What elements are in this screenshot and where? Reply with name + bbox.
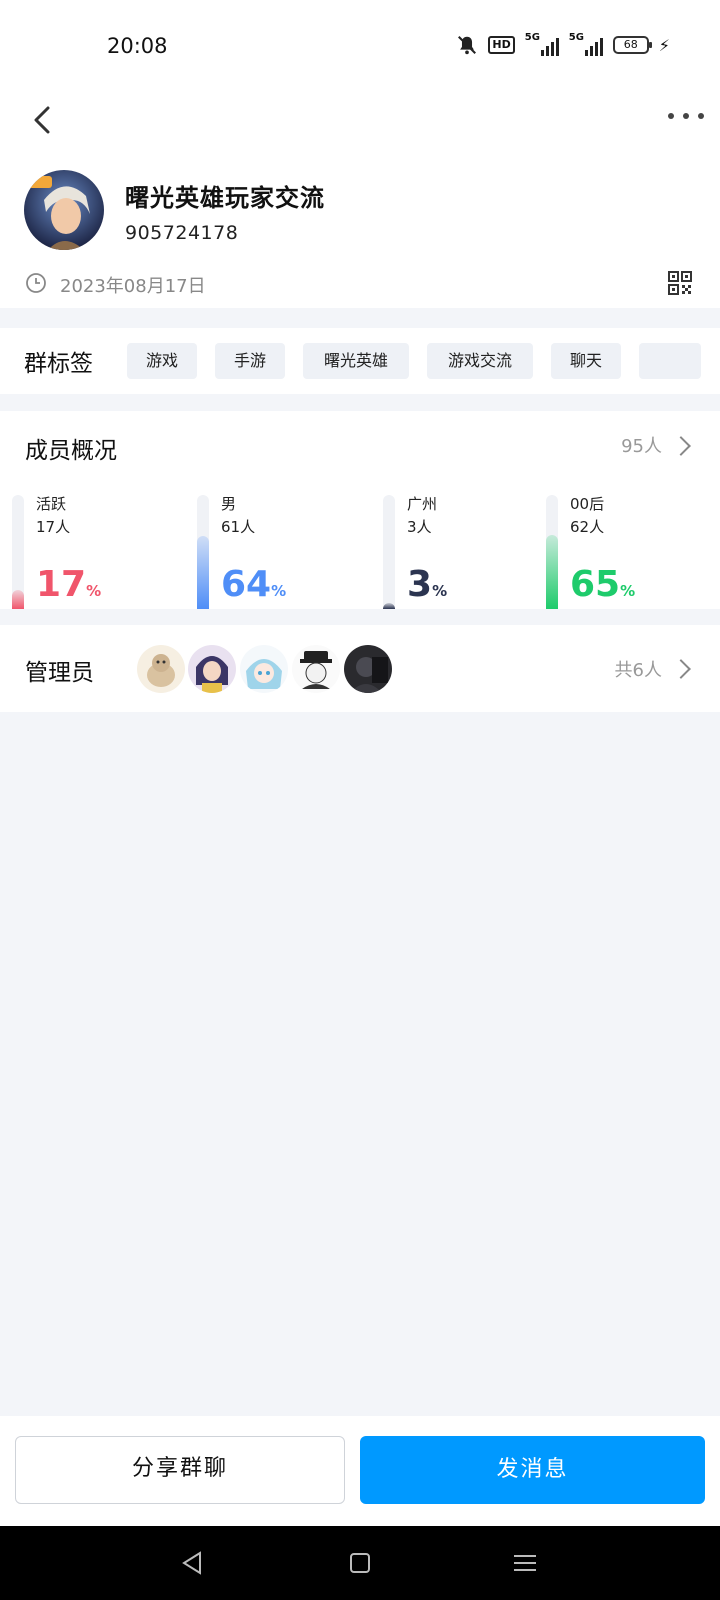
send-message-button[interactable]: 发消息 <box>360 1436 705 1504</box>
back-icon[interactable] <box>26 102 62 138</box>
members-overview-section[interactable]: 成员概况 95人 活跃 17人 17% 男 61人 64% 广州 3人 3% 0… <box>0 411 720 609</box>
stat-bar-track <box>383 495 395 609</box>
hd-voice-icon: HD <box>488 36 515 54</box>
network-type: 5G <box>568 32 584 43</box>
tag-chip[interactable]: 曙光英雄 <box>303 343 409 379</box>
status-bar: 20:08 HD 5G 5G 68 ⚡ <box>0 0 720 92</box>
stat-count: 17人 <box>36 518 71 536</box>
stat-bar-track <box>197 495 209 609</box>
battery-icon: 68 <box>612 36 652 54</box>
clock-icon <box>26 273 46 293</box>
stat-bar-track <box>546 495 558 609</box>
signal-icon: 5G <box>568 32 603 56</box>
stat-percent: 64% <box>221 564 287 605</box>
system-nav-bar <box>0 1526 720 1600</box>
tag-chip[interactable]: 游戏 <box>127 343 197 379</box>
stat-label: 活跃 <box>36 495 67 513</box>
stat-location: 广州 3人 3% <box>383 483 523 609</box>
stat-bar-fill <box>546 534 558 609</box>
members-count: 95人 <box>621 436 662 457</box>
admin-avatar[interactable] <box>344 645 392 693</box>
stat-male: 男 61人 64% <box>197 483 367 609</box>
stat-age-group: 00后 62人 65% <box>546 483 716 609</box>
stat-percent: 3% <box>407 564 448 605</box>
admins-title: 管理员 <box>25 660 94 686</box>
stat-active: 活跃 17人 17% <box>12 483 182 609</box>
admin-avatar[interactable] <box>292 645 340 693</box>
stat-label: 男 <box>221 495 237 513</box>
nav-back-icon[interactable] <box>178 1548 208 1578</box>
group-tags-section[interactable]: 群标签 游戏 手游 曙光英雄 游戏交流 聊天 <box>0 328 720 394</box>
group-avatar[interactable] <box>24 170 104 250</box>
group-header: 曙光英雄玩家交流 905724178 2023年08月17日 <box>0 92 720 308</box>
nav-recents-icon[interactable] <box>510 1548 540 1578</box>
admins-section[interactable]: 管理员 共6人 <box>0 625 720 712</box>
stat-label: 00后 <box>570 495 605 513</box>
status-icons: HD 5G 5G 68 ⚡ <box>456 32 670 56</box>
bottom-action-bar: 分享群聊 发消息 <box>0 1416 720 1526</box>
tag-chip[interactable]: 手游 <box>215 343 285 379</box>
stat-percent: 65% <box>570 564 636 605</box>
share-group-button[interactable]: 分享群聊 <box>15 1436 345 1504</box>
group-name: 曙光英雄玩家交流 <box>125 184 325 212</box>
chevron-right-icon[interactable] <box>671 436 691 456</box>
admin-avatar[interactable] <box>240 645 288 693</box>
mute-bell-icon <box>458 36 477 55</box>
network-type: 5G <box>524 32 540 43</box>
charging-icon: ⚡ <box>658 35 670 55</box>
stat-count: 61人 <box>221 518 256 536</box>
stat-count: 62人 <box>570 518 605 536</box>
admin-avatar[interactable] <box>137 645 185 693</box>
stat-bar-fill <box>12 589 24 609</box>
stat-bar-track <box>12 495 24 609</box>
nav-home-icon[interactable] <box>345 1548 375 1578</box>
stat-bar-fill <box>383 603 395 609</box>
qr-code-icon[interactable] <box>668 271 692 295</box>
tag-chip[interactable]: 游戏交流 <box>427 343 533 379</box>
more-options-icon[interactable] <box>668 106 704 126</box>
tag-chip[interactable]: 聊天 <box>551 343 621 379</box>
status-time: 20:08 <box>107 34 168 58</box>
stat-bar-fill <box>197 536 209 609</box>
stat-label: 广州 <box>407 495 438 513</box>
signal-icon: 5G <box>524 32 559 56</box>
admins-count: 共6人 <box>614 660 662 681</box>
created-date: 2023年08月17日 <box>60 276 206 297</box>
chevron-right-icon[interactable] <box>671 659 691 679</box>
tag-chip[interactable] <box>639 343 701 379</box>
stat-count: 3人 <box>407 518 432 536</box>
stat-percent: 17% <box>36 564 102 605</box>
admin-avatar[interactable] <box>188 645 236 693</box>
tags-title: 群标签 <box>24 351 93 377</box>
members-title: 成员概况 <box>25 438 117 464</box>
group-id: 905724178 <box>125 222 239 244</box>
